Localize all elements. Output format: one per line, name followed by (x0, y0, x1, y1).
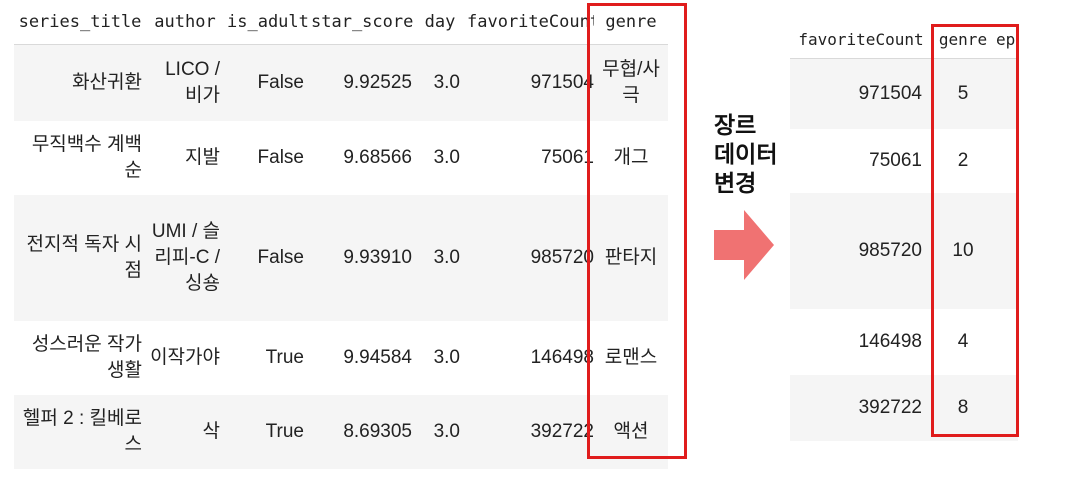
cell-ep (994, 374, 1018, 441)
cell-author: UMI / 슬리피-C / 싱숑 (146, 194, 224, 321)
column-header-favorite-count: favoriteCount (790, 20, 932, 59)
cell-is-adult: False (224, 194, 308, 321)
column-header-star-score: star_score (308, 0, 416, 45)
cell-ep (994, 192, 1018, 309)
annotation-line: 장르 (714, 113, 757, 139)
column-header-genre: genre (594, 0, 668, 45)
cell-genre: 액션 (594, 394, 668, 469)
cell-genre: 무협/사극 (594, 44, 668, 121)
converted-dataframe-table: favoriteCount genre ep 971504 5 75061 2 … (790, 20, 1018, 441)
cell-favorite-count: 971504 (790, 58, 932, 129)
cell-author: LICO / 비가 (146, 44, 224, 121)
cell-author: 지발 (146, 120, 224, 195)
cell-genre-code: 8 (932, 374, 994, 441)
cell-genre: 개그 (594, 120, 668, 195)
cell-star-score: 9.94584 (308, 320, 416, 395)
table-row: 성스러운 작가생활 이작가야 True 9.94584 3.0 146498 로… (14, 320, 668, 395)
cell-day: 3.0 (416, 194, 464, 321)
cell-favorite-count: 75061 (790, 128, 932, 193)
cell-series-title: 화산귀환 (14, 44, 146, 121)
cell-day: 3.0 (416, 394, 464, 469)
column-header-is-adult: is_adult (224, 0, 308, 45)
column-header-ep: ep (994, 20, 1018, 59)
table-row: 985720 10 (790, 192, 1018, 309)
annotation-line: 데이터 (714, 142, 778, 168)
column-header-series-title: series_title (14, 0, 146, 45)
cell-favorite-count: 971504 (464, 44, 594, 121)
table-header-row: series_title author is_adult star_score … (14, 0, 668, 45)
table-header-row: favoriteCount genre ep (790, 20, 1018, 59)
right-arrow-icon (714, 210, 774, 280)
cell-ep (994, 308, 1018, 375)
column-header-day: day (416, 0, 464, 45)
cell-day: 3.0 (416, 44, 464, 121)
table-row: 헬퍼 2 : 킬베로스 삭 True 8.69305 3.0 392722 액션 (14, 394, 668, 469)
column-header-genre: genre (932, 20, 994, 59)
table-row: 971504 5 (790, 58, 1018, 129)
original-dataframe-table: series_title author is_adult star_score … (14, 0, 668, 469)
cell-genre: 로맨스 (594, 320, 668, 395)
cell-is-adult: False (224, 120, 308, 195)
column-header-author: author (146, 0, 224, 45)
column-header-favorite-count: favoriteCount (464, 0, 594, 45)
cell-genre-code: 4 (932, 308, 994, 375)
cell-star-score: 9.92525 (308, 44, 416, 121)
table-row: 146498 4 (790, 308, 1018, 375)
cell-ep (994, 58, 1018, 129)
cell-series-title: 헬퍼 2 : 킬베로스 (14, 394, 146, 469)
cell-favorite-count: 392722 (790, 374, 932, 441)
cell-star-score: 8.69305 (308, 394, 416, 469)
cell-favorite-count: 146498 (790, 308, 932, 375)
cell-is-adult: True (224, 394, 308, 469)
cell-genre-code: 5 (932, 58, 994, 129)
cell-series-title: 전지적 독자 시점 (14, 194, 146, 321)
cell-author: 삭 (146, 394, 224, 469)
table-row: 무직백수 계백순 지발 False 9.68566 3.0 75061 개그 (14, 120, 668, 195)
cell-favorite-count: 985720 (464, 194, 594, 321)
cell-star-score: 9.68566 (308, 120, 416, 195)
cell-favorite-count: 146498 (464, 320, 594, 395)
table-row: 75061 2 (790, 128, 1018, 193)
cell-series-title: 무직백수 계백순 (14, 120, 146, 195)
genre-change-annotation: 장르 데이터 변경 (714, 112, 794, 199)
cell-is-adult: True (224, 320, 308, 395)
cell-favorite-count: 392722 (464, 394, 594, 469)
cell-genre: 판타지 (594, 194, 668, 321)
cell-author: 이작가야 (146, 320, 224, 395)
cell-favorite-count: 75061 (464, 120, 594, 195)
table-row: 화산귀환 LICO / 비가 False 9.92525 3.0 971504 … (14, 44, 668, 121)
cell-series-title: 성스러운 작가생활 (14, 320, 146, 395)
table-row: 392722 8 (790, 374, 1018, 441)
table-row: 전지적 독자 시점 UMI / 슬리피-C / 싱숑 False 9.93910… (14, 194, 668, 321)
annotation-line: 변경 (714, 171, 757, 197)
cell-is-adult: False (224, 44, 308, 121)
cell-ep (994, 128, 1018, 193)
cell-day: 3.0 (416, 320, 464, 395)
cell-genre-code: 2 (932, 128, 994, 193)
cell-day: 3.0 (416, 120, 464, 195)
cell-genre-code: 10 (932, 192, 994, 309)
cell-star-score: 9.93910 (308, 194, 416, 321)
cell-favorite-count: 985720 (790, 192, 932, 309)
